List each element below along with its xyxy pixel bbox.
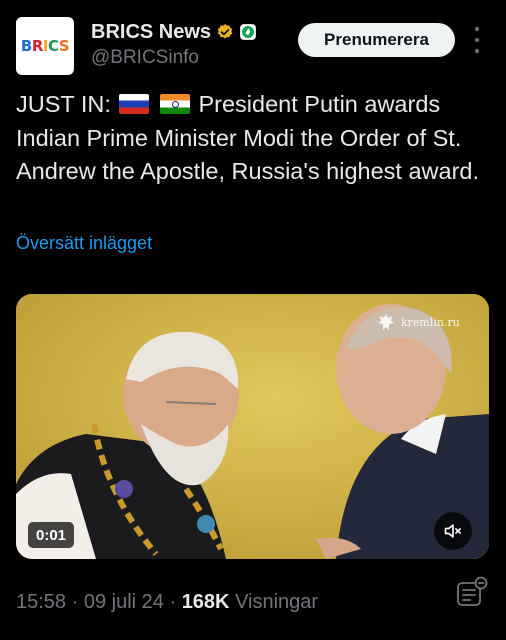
- flag-russia-icon: [119, 94, 150, 114]
- kremlin-watermark: kremlin.ru: [376, 312, 460, 332]
- more-options-icon[interactable]: [471, 27, 483, 53]
- avatar[interactable]: BRICS: [16, 17, 74, 75]
- tweet-text-prefix: JUST IN:: [16, 91, 111, 117]
- views-label: Visningar: [235, 590, 319, 613]
- video-frame: [16, 294, 489, 559]
- tweet-date[interactable]: 09 juli 24: [84, 591, 164, 614]
- handle[interactable]: @BRICSinfo: [91, 47, 199, 69]
- translate-link[interactable]: Översätt inlägget: [16, 233, 152, 254]
- tweet-header: BRICS BRICS News @BRICSinfo Prenumerera: [16, 17, 490, 75]
- watermark-text: kremlin.ru: [401, 315, 460, 329]
- tweet-time[interactable]: 15:58: [16, 591, 66, 614]
- verified-icon[interactable]: [216, 23, 234, 41]
- eagle-emblem-icon: [376, 312, 396, 332]
- display-name[interactable]: BRICS News: [91, 21, 211, 44]
- tweet-meta: 15:58 · 09 juli 24 · 168K Visningar: [16, 588, 318, 616]
- affiliate-icon[interactable]: [239, 23, 257, 41]
- views-count: 168K: [181, 590, 230, 613]
- speaker-muted-icon: [443, 521, 463, 541]
- video-player[interactable]: kremlin.ru 0:01: [16, 294, 489, 559]
- flag-india-icon: [159, 94, 190, 114]
- meta-separator: ·: [163, 590, 182, 613]
- mute-toggle-button[interactable]: [434, 512, 472, 550]
- video-elapsed-badge: 0:01: [28, 522, 74, 548]
- avatar-logo: BRICS: [20, 37, 70, 55]
- tweet-text: JUST IN: President Putin awards Indian P…: [16, 88, 494, 189]
- subscribe-button[interactable]: Prenumerera: [298, 23, 455, 57]
- post-stats-icon[interactable]: [455, 576, 489, 610]
- name-row: BRICS News: [91, 21, 257, 43]
- meta-separator: ·: [66, 590, 84, 613]
